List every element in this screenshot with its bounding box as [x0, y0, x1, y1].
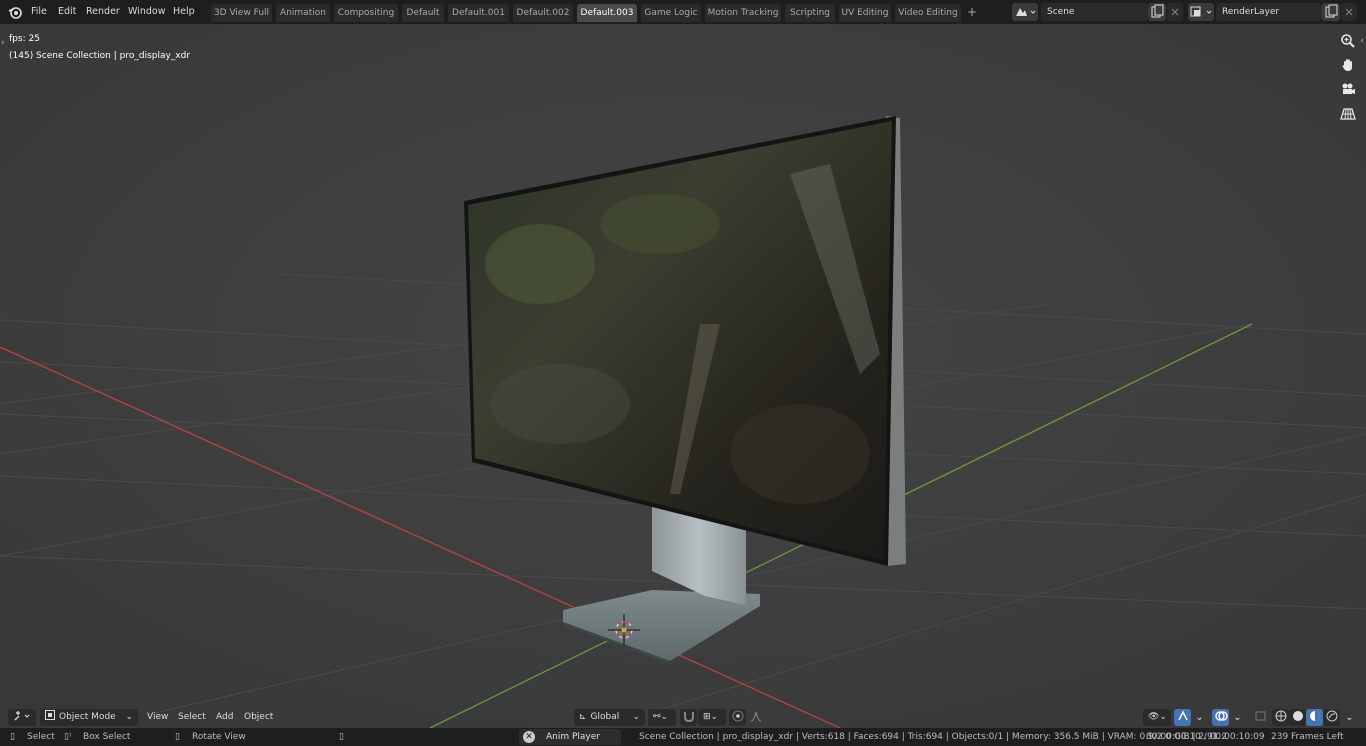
- tab-default-001[interactable]: Default.001: [448, 4, 509, 22]
- zoom-icon[interactable]: [1338, 31, 1358, 51]
- tab-uv-editing[interactable]: UV Editing: [839, 4, 891, 22]
- visibility-icon[interactable]: 👁⌄: [1143, 709, 1171, 726]
- delete-view-layer-icon[interactable]: [1341, 3, 1357, 21]
- tab-default-002[interactable]: Default.002: [513, 4, 573, 22]
- frames-left: 239 Frames Left: [1271, 732, 1344, 742]
- blender-logo-icon[interactable]: [8, 5, 23, 20]
- status-box-select: Box Select: [83, 732, 131, 742]
- tab-motion-tracking[interactable]: Motion Tracking: [705, 4, 781, 22]
- editor-type-icon[interactable]: [8, 709, 36, 726]
- menu-object[interactable]: Object: [244, 709, 273, 726]
- anim-player-progress[interactable]: ✕ Anim Player: [519, 729, 621, 745]
- menu-view[interactable]: View: [147, 709, 168, 726]
- shading-dropdown-icon[interactable]: ⌄: [1341, 709, 1358, 726]
- cancel-icon[interactable]: ✕: [523, 731, 535, 743]
- gizmo-toggle-icon[interactable]: [1174, 709, 1191, 726]
- new-view-layer-icon[interactable]: [1322, 3, 1340, 21]
- mouse-middle-icon: ▯: [175, 732, 180, 742]
- object-mode-label: Object Mode: [59, 712, 116, 722]
- orientation-icon: ⊾: [579, 712, 587, 722]
- 3d-viewport[interactable]: › fps: 25 (145) Scene Collection | pro_d…: [0, 24, 1366, 728]
- tab-compositing[interactable]: Compositing: [334, 4, 398, 22]
- menu-help[interactable]: Help: [173, 0, 195, 24]
- new-scene-icon[interactable]: [1148, 3, 1166, 21]
- status-rotate-view: Rotate View: [192, 732, 246, 742]
- tab-animation[interactable]: Animation: [276, 4, 330, 22]
- menu-window[interactable]: Window: [128, 0, 165, 24]
- collection-readout: (145) Scene Collection | pro_display_xdr: [9, 51, 191, 61]
- falloff-icon[interactable]: [747, 709, 764, 726]
- transform-orientation-dropdown[interactable]: ⊾ Global ⌄: [574, 709, 645, 726]
- playback-time: 00:00:00:10 / 00:00:10:09: [1146, 732, 1265, 742]
- solid-shading-icon[interactable]: [1289, 709, 1306, 726]
- object-mode-icon: [45, 710, 55, 720]
- proportional-edit-icon[interactable]: [729, 709, 746, 726]
- mouse-right-icon: ▯: [339, 732, 344, 742]
- overlays-dropdown-icon[interactable]: ⌄: [1229, 709, 1246, 726]
- viewport-header: Object Mode ⌄ View Select Add Object ⊾ Glo…: [0, 707, 1366, 728]
- menu-render[interactable]: Render: [86, 0, 120, 24]
- anim-player-label: Anim Player: [546, 732, 600, 742]
- menu-edit[interactable]: Edit: [58, 0, 76, 24]
- tab-scripting[interactable]: Scripting: [785, 4, 835, 22]
- tab-default-003[interactable]: Default.003: [577, 4, 637, 22]
- mouse-drag-icon: ▯⁾: [64, 732, 72, 742]
- gizmo-dropdown-icon[interactable]: ⌄: [1191, 709, 1208, 726]
- scene-statistics: Scene Collection | pro_display_xdr | Ver…: [639, 732, 1227, 742]
- tab-3d-view-full[interactable]: 3D View Full: [211, 4, 272, 22]
- add-workspace-button[interactable]: +: [967, 0, 977, 24]
- orientation-label: Global: [590, 712, 620, 722]
- tab-game-logic[interactable]: Game Logic: [641, 4, 701, 22]
- view-layer-browse-icon[interactable]: [1188, 3, 1214, 21]
- view-layer-name-field[interactable]: RenderLayer: [1216, 3, 1322, 21]
- scene-name-field[interactable]: Scene: [1041, 3, 1148, 21]
- camera-view-icon[interactable]: [1338, 79, 1358, 99]
- scene-browse-icon[interactable]: [1012, 3, 1038, 21]
- xray-toggle-icon[interactable]: [1252, 709, 1269, 726]
- tab-default[interactable]: Default: [402, 4, 444, 22]
- status-bar: ▯ Select ▯⁾ Box Select ▯ Rotate View ▯ ✕…: [0, 728, 1366, 746]
- toolbar-expand-icon[interactable]: ›: [1, 38, 5, 48]
- mouse-left-icon: ▯: [10, 732, 15, 742]
- wireframe-shading-icon[interactable]: [1272, 709, 1289, 726]
- rendered-shading-icon[interactable]: [1323, 709, 1340, 726]
- viewport-scene: [0, 24, 1366, 728]
- snap-target-icon[interactable]: ⊞⌄: [698, 709, 726, 726]
- delete-scene-icon[interactable]: [1167, 3, 1183, 21]
- top-bar: File Edit Render Window Help 3D View Ful…: [0, 0, 1366, 24]
- fps-readout: fps: 25: [9, 34, 40, 44]
- status-select: Select: [27, 732, 55, 742]
- snap-toggle-icon[interactable]: [680, 709, 697, 726]
- menu-add[interactable]: Add: [216, 709, 233, 726]
- chevron-down-icon: ⌄: [632, 712, 640, 722]
- pan-hand-icon[interactable]: [1338, 55, 1358, 75]
- menu-select[interactable]: Select: [178, 709, 206, 726]
- material-preview-shading-icon[interactable]: [1306, 709, 1323, 726]
- sidebar-expand-icon[interactable]: ‹: [1360, 36, 1364, 46]
- chevron-down-icon: ⌄: [125, 712, 133, 722]
- pivot-point-icon[interactable]: ⚯⌄: [648, 709, 676, 726]
- overlays-toggle-icon[interactable]: [1212, 709, 1229, 726]
- menu-file[interactable]: File: [31, 0, 47, 24]
- tab-video-editing[interactable]: Video Editing: [895, 4, 961, 22]
- perspective-grid-icon[interactable]: [1338, 104, 1358, 124]
- object-mode-dropdown[interactable]: Object Mode ⌄: [40, 709, 138, 726]
